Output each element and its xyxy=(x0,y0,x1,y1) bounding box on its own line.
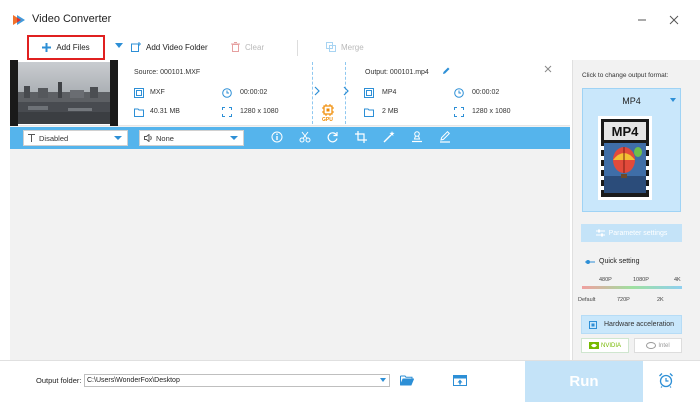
watermark-icon[interactable] xyxy=(411,131,423,143)
output-duration: 00:00:02 xyxy=(472,89,500,96)
clock-icon xyxy=(454,88,464,98)
intel-label: Intel xyxy=(658,342,670,349)
quick-setting-label: Quick setting xyxy=(599,258,640,265)
app-title: Video Converter xyxy=(32,13,112,25)
divider xyxy=(312,62,313,124)
speaker-icon xyxy=(144,134,153,142)
info-icon[interactable] xyxy=(271,131,283,143)
cut-icon[interactable] xyxy=(299,131,311,143)
remove-file-icon[interactable] xyxy=(544,65,552,73)
chevron-down-icon xyxy=(230,136,238,140)
clear-button[interactable]: Clear xyxy=(231,42,264,52)
alarm-clock-icon[interactable] xyxy=(658,372,674,388)
resolution-icon xyxy=(454,107,464,117)
plus-icon xyxy=(42,43,52,52)
subtitle-value: Disabled xyxy=(39,133,69,143)
quality-default: Default xyxy=(578,297,596,303)
format-hint: Click to change output format: xyxy=(582,72,669,79)
video-thumbnail[interactable] xyxy=(18,62,110,124)
nvidia-button[interactable]: NVIDIA xyxy=(581,338,629,353)
output-filename: Output: 000101.mp4 xyxy=(365,69,429,76)
mp4-format-icon: MP4 xyxy=(598,116,652,200)
format-icon xyxy=(134,88,144,98)
thumbnail-border-left xyxy=(10,60,18,126)
subtitle-dropdown[interactable]: Disabled xyxy=(23,130,128,146)
rotate-icon[interactable] xyxy=(327,131,339,143)
resolution-icon xyxy=(222,107,232,117)
merge-button[interactable]: Merge xyxy=(326,42,364,52)
intel-logo-icon xyxy=(646,342,657,349)
audio-track-dropdown[interactable]: None xyxy=(139,130,244,146)
output-resolution: 1280 x 1080 xyxy=(472,108,511,115)
effects-icon[interactable] xyxy=(383,131,395,143)
quality-4k: 4K xyxy=(674,277,681,283)
browse-folder-icon[interactable] xyxy=(453,374,467,386)
trash-icon xyxy=(231,42,240,52)
toolbar-divider xyxy=(297,40,298,56)
output-folder-field[interactable]: C:\Users\WonderFox\Desktop xyxy=(84,374,390,387)
slider-icon xyxy=(585,259,595,265)
clear-label: Clear xyxy=(245,42,265,52)
chevron-right-icon xyxy=(314,86,320,96)
quality-480p: 480P xyxy=(599,277,612,283)
settings-sliders-icon xyxy=(595,229,605,237)
source-duration: 00:00:02 xyxy=(240,89,268,96)
chevron-down-icon xyxy=(114,136,122,140)
close-button[interactable] xyxy=(668,14,680,26)
clock-icon xyxy=(222,88,232,98)
quality-2k: 2K xyxy=(657,297,664,303)
thumbnail-border-right xyxy=(110,60,118,126)
output-folder-label: Output folder: xyxy=(36,376,82,385)
format-icon xyxy=(364,88,374,98)
quick-setting-header: Quick setting xyxy=(585,258,639,265)
output-format-name: MP4 xyxy=(622,96,641,106)
folder-icon xyxy=(134,107,144,117)
chevron-down-icon xyxy=(670,98,676,102)
gpu-chip-icon xyxy=(322,104,334,116)
crop-icon[interactable] xyxy=(355,131,367,143)
source-size: 40.31 MB xyxy=(150,108,180,115)
source-filename: Source: 000101.MXF xyxy=(134,69,201,76)
minimize-button[interactable] xyxy=(636,14,648,26)
folder-icon xyxy=(364,107,374,117)
add-files-button[interactable]: Add Files xyxy=(27,35,105,60)
hardware-acceleration-label: Hardware acceleration xyxy=(604,321,675,328)
add-files-label: Add Files xyxy=(56,43,90,52)
parameter-settings-label: Parameter settings xyxy=(608,229,668,237)
chevron-down-icon[interactable] xyxy=(380,378,386,382)
source-resolution: 1280 x 1080 xyxy=(240,108,279,115)
merge-icon xyxy=(326,42,336,52)
folder-plus-icon xyxy=(131,42,141,52)
gpu-badge: GPU xyxy=(322,117,333,123)
add-files-dropdown-icon[interactable] xyxy=(115,43,123,49)
app-logo-icon xyxy=(12,13,26,27)
open-folder-icon[interactable] xyxy=(400,374,414,386)
quality-1080p: 1080P xyxy=(633,277,649,283)
edit-metadata-icon[interactable] xyxy=(439,131,451,143)
output-format: MP4 xyxy=(382,89,397,96)
mp4-icon-text: MP4 xyxy=(612,124,640,139)
merge-label: Merge xyxy=(341,42,364,52)
quality-720p: 720P xyxy=(617,297,630,303)
nvidia-label: NVIDIA xyxy=(600,342,621,349)
chip-icon xyxy=(588,320,598,330)
nvidia-logo-icon xyxy=(588,342,599,349)
add-video-folder-label: Add Video Folder xyxy=(146,42,208,52)
output-size: 2 MB xyxy=(382,108,399,115)
rename-pencil-icon[interactable] xyxy=(442,67,450,75)
subtitle-icon xyxy=(28,134,35,142)
hardware-acceleration-toggle[interactable]: Hardware acceleration xyxy=(581,315,682,334)
add-video-folder-button[interactable]: Add Video Folder xyxy=(131,42,208,52)
chevron-right-icon xyxy=(343,86,349,96)
parameter-settings-button[interactable]: Parameter settings xyxy=(581,224,682,242)
intel-button[interactable]: Intel xyxy=(634,338,682,353)
quality-slider[interactable] xyxy=(582,286,682,289)
source-format: MXF xyxy=(150,89,165,96)
audio-value: None xyxy=(156,133,174,143)
run-button[interactable]: Run xyxy=(525,361,643,402)
